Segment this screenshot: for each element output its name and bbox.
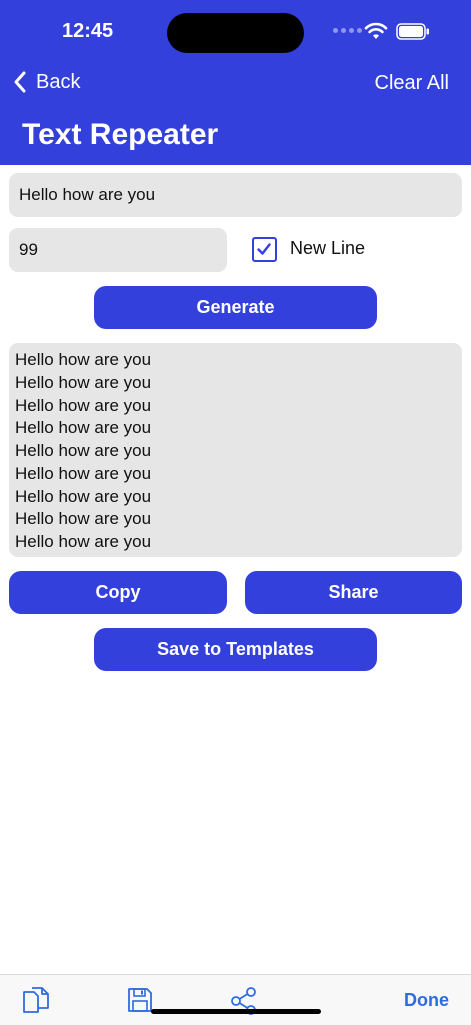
status-time: 12:45	[62, 20, 114, 42]
output-line: Hello how are you	[15, 372, 152, 392]
new-line-label: New Line	[290, 238, 366, 258]
cellular-signal-icon	[333, 28, 362, 33]
output-line: Hello how are you	[15, 441, 152, 460]
repeat-count-value: 99	[19, 240, 38, 259]
share-button[interactable]: Share	[245, 571, 462, 614]
output-line: Hello how are you	[15, 350, 152, 369]
page-title: Text Repeater	[22, 118, 219, 151]
app-header: 12:45 Back Clear All Text Repeater	[0, 0, 471, 165]
clear-all-button[interactable]: Clear All	[375, 72, 449, 95]
text-input-value: Hello how are you	[19, 185, 156, 204]
battery-icon	[396, 23, 429, 40]
output-text-area[interactable]: Hello how are you Hello how are you Hell…	[9, 343, 462, 557]
done-button[interactable]: Done	[404, 990, 449, 1011]
output-line: Hello how are you	[15, 509, 152, 529]
output-line: Hello how are you	[15, 532, 152, 551]
save-to-templates-button[interactable]: Save to Templates	[94, 628, 377, 671]
save-icon[interactable]	[126, 986, 154, 1014]
output-line: Hello how are you	[15, 463, 152, 483]
copy-button[interactable]: Copy	[9, 571, 227, 614]
chevron-left-icon	[14, 71, 26, 93]
home-indicator	[151, 1009, 321, 1014]
output-line: Hello how are you	[15, 395, 152, 415]
generate-button[interactable]: Generate	[94, 286, 377, 329]
repeat-count-input[interactable]: 99	[9, 228, 227, 272]
back-button[interactable]: Back	[12, 70, 80, 94]
wifi-icon	[364, 22, 388, 39]
keyboard-accessory-toolbar: Done	[0, 974, 471, 1025]
copy-icon[interactable]	[21, 986, 51, 1016]
output-line: Hello how are you	[15, 418, 152, 438]
checkmark-icon	[257, 243, 271, 255]
text-input[interactable]: Hello how are you	[9, 173, 462, 217]
output-line: Hello how are you	[15, 486, 152, 506]
dynamic-island	[167, 13, 304, 53]
back-label: Back	[36, 70, 81, 93]
new-line-checkbox[interactable]	[252, 237, 277, 262]
